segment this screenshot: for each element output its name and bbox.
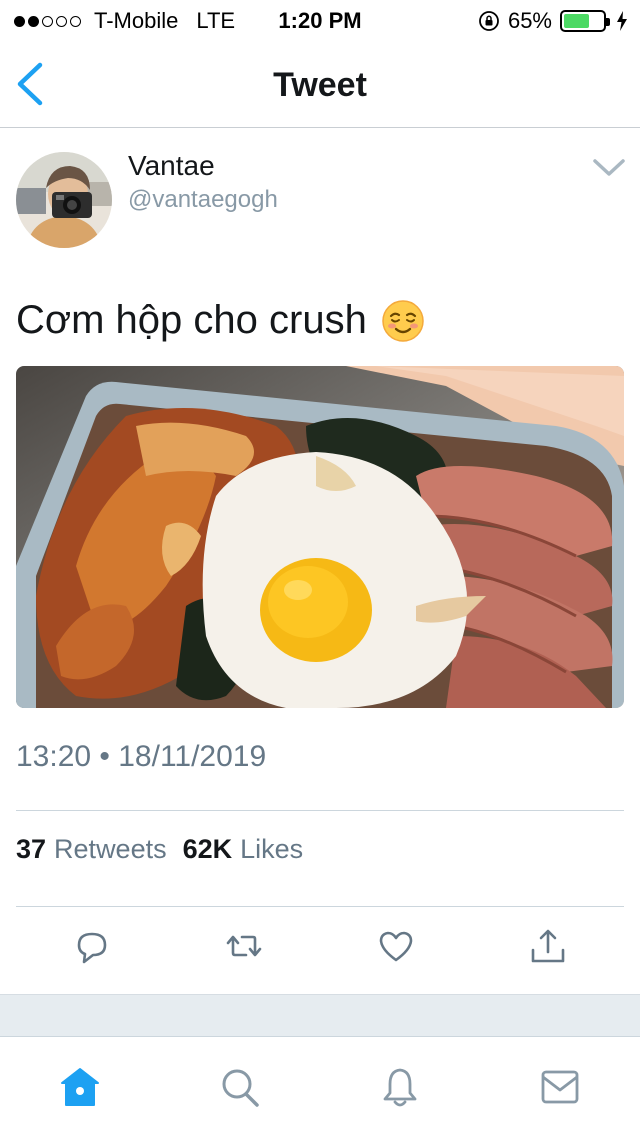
charging-bolt-icon	[617, 11, 627, 31]
battery-percent: 65%	[507, 8, 552, 33]
search-icon[interactable]	[218, 1065, 262, 1109]
user-name[interactable]: Vantae	[128, 150, 215, 182]
battery-icon	[560, 10, 610, 32]
section-separator	[0, 994, 640, 1036]
status-right: 65%	[478, 8, 628, 34]
like-icon[interactable]	[376, 926, 416, 966]
tweet-stats: 37 Retweets 62K Likes	[16, 834, 319, 865]
likes-label[interactable]: Likes	[240, 834, 303, 865]
tab-bar	[0, 1036, 640, 1136]
chevron-down-icon[interactable]	[592, 156, 626, 180]
home-icon[interactable]	[58, 1065, 102, 1109]
avatar[interactable]	[16, 152, 112, 248]
divider	[16, 906, 624, 907]
nav-bar: Tweet	[0, 40, 640, 128]
likes-count[interactable]: 62K	[183, 834, 233, 865]
smiling-face-icon	[382, 299, 424, 342]
tweet-photo[interactable]	[16, 366, 624, 708]
reply-icon[interactable]	[72, 926, 112, 966]
retweets-label[interactable]: Retweets	[54, 834, 167, 865]
retweets-count[interactable]: 37	[16, 834, 46, 865]
user-handle[interactable]: @vantaegogh	[128, 186, 278, 214]
messages-icon[interactable]	[538, 1065, 582, 1109]
tweet-actions	[0, 926, 640, 976]
status-bar: T-Mobile LTE 1:20 PM 65%	[0, 0, 640, 40]
tweet-text: Cơm hộp cho crush	[16, 298, 367, 342]
divider	[16, 810, 624, 811]
rotation-lock-icon	[479, 11, 499, 31]
tweet-text-line: Cơm hộp cho crush	[16, 298, 425, 343]
share-icon[interactable]	[528, 926, 568, 966]
page-title: Tweet	[273, 66, 367, 104]
tweet-timestamp: 13:20 • 18/11/2019	[16, 740, 267, 773]
retweet-icon[interactable]	[224, 926, 264, 966]
notifications-icon[interactable]	[378, 1065, 422, 1109]
